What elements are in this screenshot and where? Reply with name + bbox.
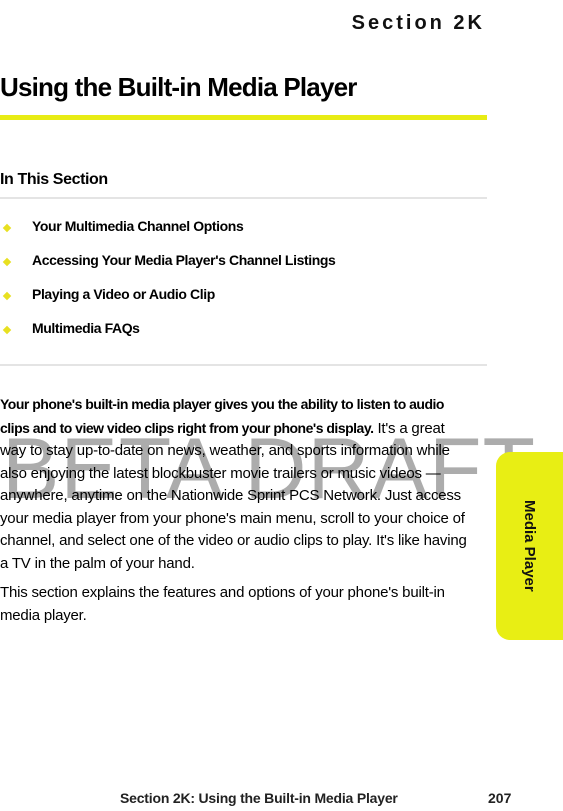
page-number: 207 [488,790,512,806]
list-item-label: Accessing Your Media Player's Channel Li… [32,252,336,268]
in-this-section-heading: In This Section [0,171,108,188]
list-item: Playing a Video or Audio Clip [0,286,335,320]
diamond-bullet-icon [2,291,12,301]
intro-paragraph: Your phone's built-in media player gives… [0,393,470,575]
section-header: Section 2K [351,12,485,34]
side-tab-label: Media Player [521,500,538,592]
summary-paragraph: This section explains the features and o… [0,584,445,624]
list-item: Your Multimedia Channel Options [0,218,335,252]
chapter-side-tab: Media Player [496,452,563,640]
divider-bottom [0,364,487,366]
diamond-bullet-icon [2,257,12,267]
intro-rest: It's a great way to stay up-to-date on n… [0,419,467,572]
list-item-label: Your Multimedia Channel Options [32,218,244,234]
diamond-bullet-icon [2,325,12,335]
list-item-label: Playing a Video or Audio Clip [32,286,215,302]
list-item: Accessing Your Media Player's Channel Li… [0,252,336,286]
list-item-label: Multimedia FAQs [32,320,140,336]
footer-section-title: Section 2K: Using the Built-in Media Pla… [120,790,398,806]
divider-top [0,197,487,199]
title-underline [0,115,487,120]
section-contents-list: Your Multimedia Channel Options Accessin… [0,218,336,354]
diamond-bullet-icon [2,223,12,233]
list-item: Multimedia FAQs [0,320,335,354]
body-text: Your phone's built-in media player gives… [0,393,470,634]
page-title: Using the Built-in Media Player [0,72,357,102]
